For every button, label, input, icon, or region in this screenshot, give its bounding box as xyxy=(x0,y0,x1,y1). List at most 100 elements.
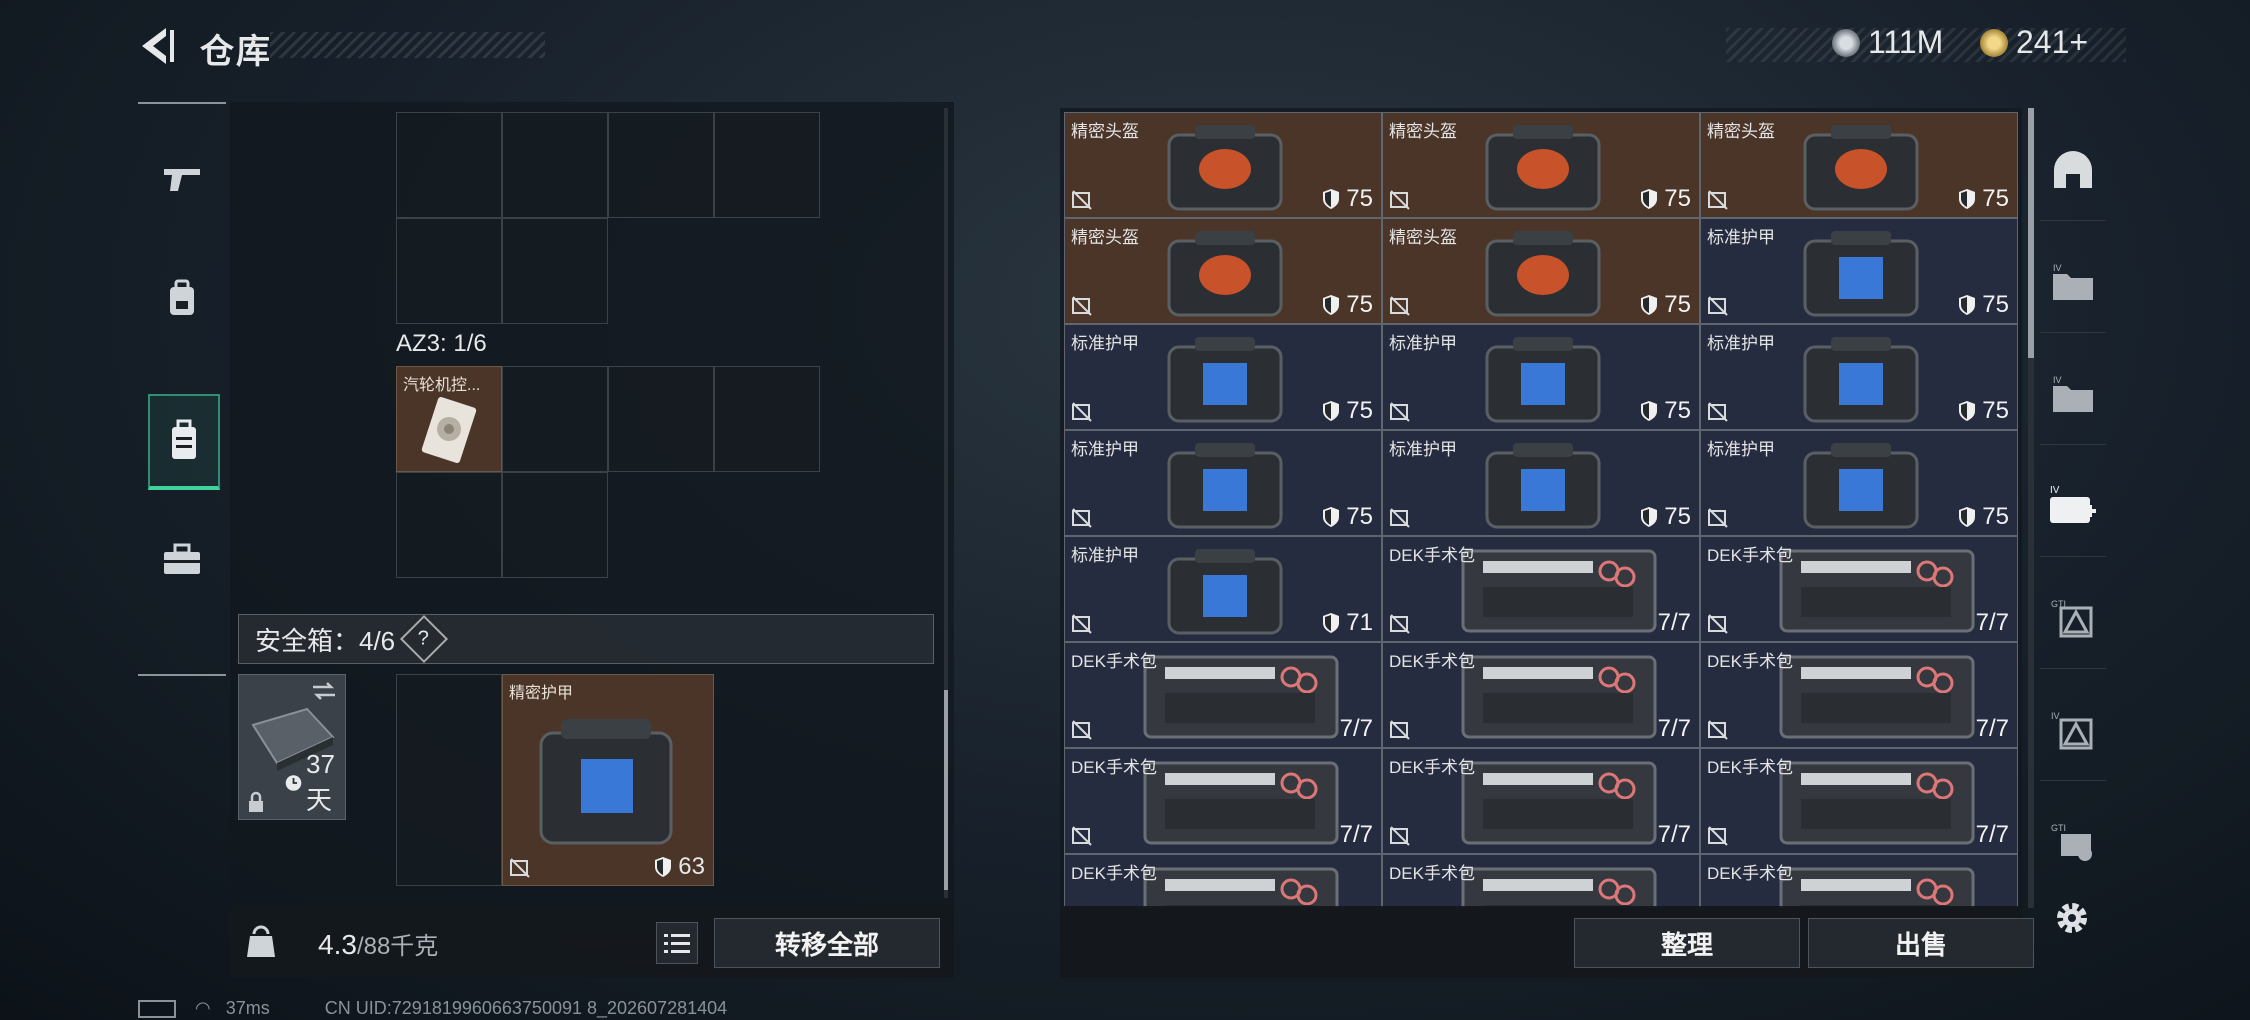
item-value: 7/7 xyxy=(1975,821,2009,848)
grid-gap xyxy=(608,472,714,578)
currency-hafcoin[interactable]: 111M xyxy=(1832,24,1943,61)
nav-backpack[interactable] xyxy=(148,254,216,344)
back-arrow-icon[interactable] xyxy=(136,24,180,68)
right-scrollbar-thumb[interactable] xyxy=(2028,108,2034,358)
no-insure-icon xyxy=(1708,508,1728,528)
stash-item[interactable]: DEK手术包 xyxy=(1064,854,1382,908)
grid-slot[interactable] xyxy=(714,366,820,472)
nav-toolbox[interactable] xyxy=(148,514,216,604)
grid-slot[interactable] xyxy=(396,112,502,218)
item-name: DEK手术包 xyxy=(1707,864,1793,883)
stash-item[interactable]: DEK手术包 7/7 xyxy=(1700,536,2018,642)
pistol-icon xyxy=(164,169,200,191)
no-insure-icon xyxy=(1390,402,1410,422)
grid-slot[interactable] xyxy=(396,218,502,324)
no-insure-icon xyxy=(1072,614,1092,634)
item-name: DEK手术包 xyxy=(1707,546,1793,565)
stash-item[interactable]: 精密头盔 75 xyxy=(1700,112,2018,218)
first-aid-kit-icon xyxy=(1461,549,1657,633)
secure-case-slot[interactable]: 37天 xyxy=(238,674,346,820)
currency-premium[interactable]: 241+ xyxy=(1980,24,2088,61)
no-insure-icon xyxy=(1072,720,1092,740)
filter-iv[interactable]: IV xyxy=(2040,680,2106,781)
stash-item[interactable]: 标准护甲 75 xyxy=(1064,324,1382,430)
az-item[interactable]: 汽轮机控... xyxy=(396,366,502,472)
armor-bag-icon xyxy=(1167,337,1283,423)
stash-item[interactable]: DEK手术包 7/7 xyxy=(1064,642,1382,748)
grid-slot[interactable] xyxy=(396,674,502,886)
list-icon xyxy=(664,934,690,953)
shield-icon xyxy=(1323,507,1340,527)
stash-item[interactable]: 标准护甲 75 xyxy=(1382,430,1700,536)
item-value: 7/7 xyxy=(1339,715,1373,742)
folder-icon: IV xyxy=(2053,375,2093,412)
no-insure-icon xyxy=(1390,826,1410,846)
nav-weapons[interactable] xyxy=(148,134,216,224)
grid-slot[interactable] xyxy=(502,112,608,218)
item-name: DEK手术包 xyxy=(1071,652,1157,671)
sort-button[interactable]: 整理 xyxy=(1574,918,1800,968)
stash-item[interactable]: DEK手术包 7/7 xyxy=(1700,748,2018,854)
safe-box-label: 安全箱：4/6 xyxy=(255,625,396,656)
grid-slot[interactable] xyxy=(396,472,502,578)
armor-bag-icon xyxy=(1803,231,1919,317)
grid-slot[interactable] xyxy=(608,112,714,218)
case-timer: 37天 xyxy=(285,749,345,817)
shield-icon xyxy=(1641,189,1658,209)
sell-button[interactable]: 出售 xyxy=(1808,918,2034,968)
stash-item[interactable]: 标准护甲 75 xyxy=(1382,324,1700,430)
filter-storage-1[interactable]: IV xyxy=(2040,232,2106,333)
grid-slot[interactable] xyxy=(502,218,608,324)
stash-item[interactable]: 标准护甲 71 xyxy=(1064,536,1382,642)
filter-storage-2[interactable]: IV xyxy=(2040,344,2106,445)
stash-item[interactable]: 精密头盔 75 xyxy=(1064,112,1382,218)
folder-icon: IV xyxy=(2053,263,2093,300)
item-value: 75 xyxy=(1640,397,1691,425)
item-name: DEK手术包 xyxy=(1389,652,1475,671)
list-view-button[interactable] xyxy=(656,922,698,964)
swap-icon[interactable] xyxy=(311,681,337,701)
stash-item[interactable]: DEK手术包 7/7 xyxy=(1064,748,1382,854)
filter-gti-2[interactable]: GTI xyxy=(2040,792,2106,892)
grid-slot[interactable] xyxy=(502,366,608,472)
page-title: 仓库 xyxy=(200,33,272,71)
rig-grid-upper xyxy=(396,112,820,324)
stash-item[interactable]: 精密头盔 75 xyxy=(1382,218,1700,324)
svg-text:IV: IV xyxy=(2053,375,2062,385)
no-insure-icon xyxy=(1390,720,1410,740)
shield-icon xyxy=(655,857,672,877)
stash-item[interactable]: DEK手术包 7/7 xyxy=(1382,642,1700,748)
stash-item[interactable]: 标准护甲 75 xyxy=(1700,324,2018,430)
stash-item[interactable]: DEK手术包 7/7 xyxy=(1382,748,1700,854)
filter-gti[interactable]: GTI xyxy=(2040,568,2106,669)
no-insure-icon xyxy=(1708,190,1728,210)
stash-item[interactable]: DEK手术包 xyxy=(1700,854,2018,908)
grid-slot[interactable] xyxy=(502,472,608,578)
stash-item[interactable]: 标准护甲 75 xyxy=(1700,430,2018,536)
settings-gear-icon[interactable] xyxy=(2052,898,2092,938)
stash-item[interactable]: 标准护甲 75 xyxy=(1064,430,1382,536)
safe-box-item[interactable]: 精密护甲 63 xyxy=(502,674,714,886)
item-value: 71 xyxy=(1322,609,1373,637)
filter-helmet[interactable] xyxy=(2040,120,2106,221)
help-icon[interactable]: ? xyxy=(400,614,449,664)
grid-slot[interactable] xyxy=(714,112,820,218)
vest-icon xyxy=(172,419,196,459)
left-scrollbar-thumb[interactable] xyxy=(944,690,948,890)
nav-container[interactable] xyxy=(148,394,220,490)
stash-item[interactable]: 精密头盔 75 xyxy=(1064,218,1382,324)
stash-item[interactable]: DEK手术包 7/7 xyxy=(1700,642,2018,748)
svg-text:IV: IV xyxy=(2053,263,2062,273)
first-aid-kit-icon xyxy=(1143,761,1339,845)
stash-item[interactable]: DEK手术包 xyxy=(1382,854,1700,908)
filter-medical[interactable]: IV xyxy=(2040,456,2106,557)
no-insure-icon xyxy=(1072,190,1092,210)
stash-item[interactable]: 精密头盔 75 xyxy=(1382,112,1700,218)
stash-item[interactable]: DEK手术包 7/7 xyxy=(1382,536,1700,642)
grid-slot[interactable] xyxy=(608,366,714,472)
no-insure-icon xyxy=(1390,614,1410,634)
item-name: DEK手术包 xyxy=(1389,864,1475,883)
stash-item[interactable]: 标准护甲 75 xyxy=(1700,218,2018,324)
transfer-all-button[interactable]: 转移全部 xyxy=(714,918,940,968)
armor-vest-icon xyxy=(539,719,673,845)
